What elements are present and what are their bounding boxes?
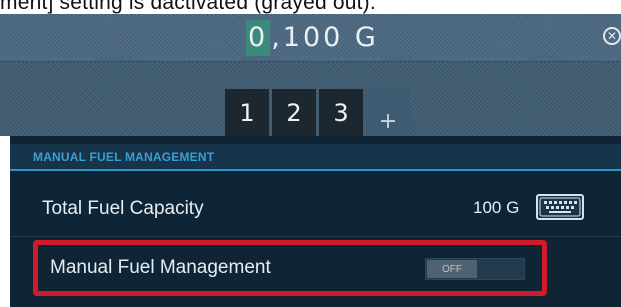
document-caption: ment] setting is dactivated (grayed out)… [0, 0, 376, 14]
fuel-capacity-value: 100 G [473, 198, 520, 217]
value-cursor-digit[interactable]: 0 [246, 20, 271, 56]
digit-key-3[interactable]: 3 [319, 89, 363, 136]
section-title: MANUAL FUEL MANAGEMENT [33, 150, 215, 164]
close-icon[interactable]: ✕ [603, 27, 621, 45]
screenshot-stage: ment] setting is dactivated (grayed out)… [0, 0, 621, 307]
fuel-value-readout: 0 ,100 G [246, 20, 379, 56]
manual-fuel-toggle[interactable]: OFF [425, 258, 525, 280]
keyboard-icon [539, 197, 581, 217]
digit-key-2[interactable]: 2 [272, 89, 316, 136]
digit-key-1[interactable]: 1 [225, 89, 269, 136]
toggle-state-label: OFF [427, 260, 477, 278]
digit-keypad: 1 2 3 + [225, 89, 410, 136]
value-remainder: ,100 G [271, 22, 379, 53]
manual-fuel-label: Manual Fuel Management [50, 257, 271, 278]
plus-key[interactable]: + [366, 89, 410, 136]
keyboard-button[interactable] [536, 194, 584, 220]
fuel-capacity-label: Total Fuel Capacity [42, 198, 204, 219]
row-divider [10, 236, 621, 237]
